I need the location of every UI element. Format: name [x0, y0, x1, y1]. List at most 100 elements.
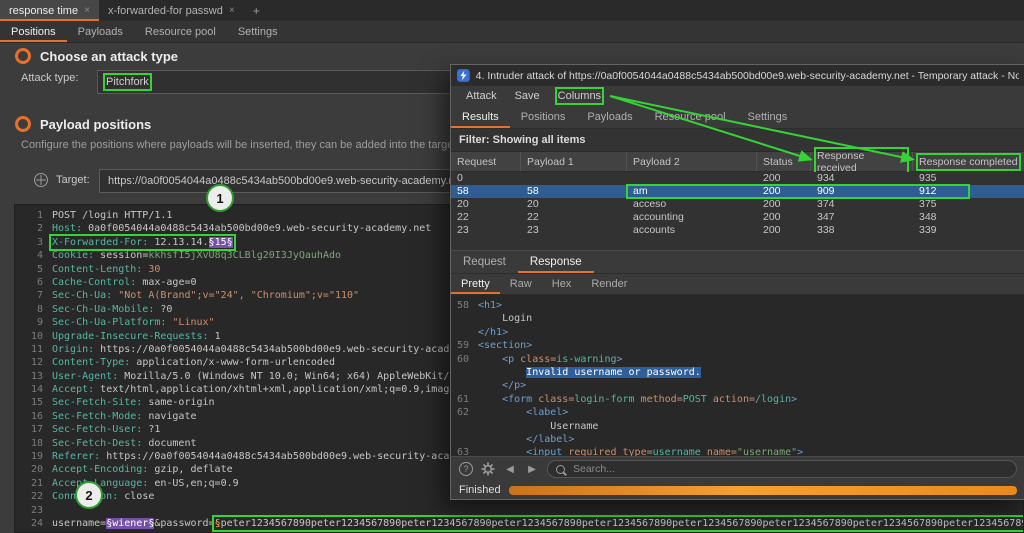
menu-item-save[interactable]: Save [508, 89, 547, 103]
table-cell: 338 [817, 224, 835, 236]
response-line: 63 <input required type=username name="u… [451, 446, 1024, 456]
table-cell: 22 [457, 211, 469, 223]
table-row[interactable]: 20 20 acceso 200 374 375 [451, 198, 1024, 211]
line-number: 16 [30, 410, 43, 422]
line-number: 14 [30, 384, 43, 396]
menu-item-attack[interactable]: Attack [459, 89, 504, 103]
table-row[interactable]: 23 23 accounts 200 338 339 [451, 224, 1024, 237]
section-title: Choose an attack type [40, 48, 178, 64]
next-match-icon[interactable]: ▶ [525, 462, 539, 476]
table-cell: 200 [763, 185, 781, 197]
settings-gear-icon[interactable] [481, 462, 495, 476]
table-cell: 58 [457, 185, 469, 197]
results-table-header: Request Payload 1 Payload 2 Status Response … [451, 146, 1024, 177]
results-col-1[interactable]: Payload 1 [521, 152, 627, 171]
line-number: 24 [30, 517, 43, 529]
line-number [451, 326, 478, 339]
filter-text: Filter: Showing all items [459, 134, 586, 146]
line-number [451, 433, 478, 446]
results-col-0[interactable]: Request [451, 152, 521, 171]
menu-item-columns[interactable]: Columns [551, 87, 608, 105]
target-url: https://0a0f0054044a0488c5434ab500bd00e9… [108, 175, 464, 187]
viewer-tab-response[interactable]: Response [518, 251, 594, 273]
attack-type-value: Pitchfork [106, 76, 149, 88]
previous-match-icon[interactable]: ◀ [503, 462, 517, 476]
response-code-viewer[interactable]: 58 <h1> Login </h1> 59 <section> 60 <p class=… [451, 295, 1024, 456]
search-box[interactable] [547, 460, 1017, 478]
attack-type-value-annotation-box: Pitchfork [103, 73, 152, 91]
results-col-1-label: Payload 1 [527, 155, 574, 168]
viewer-tabs: Request Response [451, 250, 1024, 274]
payload-positions-description: Configure the positions where payloads w… [21, 139, 514, 151]
request-line: 23 [15, 504, 1023, 517]
line-number: 19 [30, 451, 43, 463]
new-attack-tab-button[interactable]: + [244, 0, 269, 21]
line-number: 13 [30, 370, 43, 382]
viewer-toolbar: ? ◀ ▶ [451, 456, 1024, 481]
intruder-subnav: Positions Payloads Resource pool Settings [0, 21, 1024, 43]
table-cell [521, 172, 627, 185]
target-label: Target: [56, 174, 90, 186]
table-cell: accounts [633, 224, 676, 236]
results-col-5[interactable]: Response completed [913, 152, 1024, 171]
attack-status-label: Finished [459, 484, 501, 496]
line-number: 1 [36, 210, 43, 221]
results-table-body[interactable]: 0 200 934 935 58 58 am 200 909 912 20 20 acceso 200 37… [451, 172, 1024, 250]
response-line: 58 <h1> [451, 299, 1024, 312]
section-ring-icon [15, 116, 31, 132]
window-tab-results[interactable]: Results [451, 106, 510, 128]
attack-window-menubar: Attack Save Columns [451, 86, 1024, 106]
attack-tab-0[interactable]: response time × [0, 0, 99, 21]
line-number: 22 [30, 491, 43, 503]
response-line: 61 <form class=login-form method=POST ac… [451, 393, 1024, 406]
filter-bar[interactable]: Filter: Showing all items [451, 129, 1024, 152]
search-input[interactable] [571, 462, 1008, 476]
subnav-positions[interactable]: Positions [0, 21, 67, 42]
intruder-attack-window: 4. Intruder attack of https://0a0f005404… [450, 64, 1024, 500]
response-line: </p> [451, 379, 1024, 392]
results-col-4[interactable]: Response received [811, 146, 913, 177]
window-tab-resource-pool[interactable]: Resource pool [644, 106, 737, 128]
line-number: 8 [36, 303, 43, 315]
results-col-2[interactable]: Payload 2 [627, 152, 757, 171]
attack-window-titlebar[interactable]: 4. Intruder attack of https://0a0f005404… [451, 65, 1024, 86]
table-row[interactable]: 0 200 934 935 [451, 172, 1024, 185]
line-number: 10 [30, 330, 43, 342]
mode-tab-hex[interactable]: Hex [542, 274, 582, 294]
line-number [451, 379, 478, 392]
mode-tab-pretty[interactable]: Pretty [451, 274, 500, 294]
window-tab-payloads[interactable]: Payloads [576, 106, 643, 128]
attack-tab-1[interactable]: x-forwarded-for passwd × [99, 0, 244, 21]
request-line: 24 username=§wiener§&password=§peter12345… [15, 514, 1023, 532]
attack-progress-bar [508, 485, 1017, 495]
close-tab-icon[interactable]: × [229, 5, 235, 16]
mode-tab-raw[interactable]: Raw [500, 274, 542, 294]
table-cell: 20 [527, 198, 539, 210]
response-line: 59 <section> [451, 339, 1024, 352]
subnav-resource-pool[interactable]: Resource pool [134, 21, 227, 42]
line-number: 20 [30, 464, 43, 476]
line-number: 15 [30, 397, 43, 409]
burp-bolt-icon [457, 69, 470, 82]
line-number: 61 [456, 393, 469, 405]
target-row: Target: [34, 173, 90, 187]
table-cell: 909 [817, 185, 835, 197]
line-number [451, 366, 478, 379]
viewer-tab-request[interactable]: Request [451, 251, 518, 273]
close-tab-icon[interactable]: × [84, 5, 90, 16]
window-tab-settings[interactable]: Settings [737, 106, 799, 128]
results-col-3[interactable]: Status [757, 152, 811, 171]
mode-tab-render[interactable]: Render [581, 274, 637, 294]
help-icon[interactable]: ? [459, 462, 473, 476]
line-number: 4 [36, 250, 43, 262]
window-tab-positions[interactable]: Positions [510, 106, 577, 128]
line-number: 2 [36, 223, 43, 235]
table-cell: 23 [527, 224, 539, 236]
table-row[interactable]: 58 58 am 200 909 912 [451, 184, 1024, 199]
table-row[interactable]: 22 22 accounting 200 347 348 [451, 211, 1024, 224]
subnav-payloads[interactable]: Payloads [67, 21, 134, 42]
table-cell: 374 [817, 198, 835, 210]
subnav-settings[interactable]: Settings [227, 21, 289, 42]
section-ring-icon [15, 48, 31, 64]
line-number: 18 [30, 437, 43, 449]
